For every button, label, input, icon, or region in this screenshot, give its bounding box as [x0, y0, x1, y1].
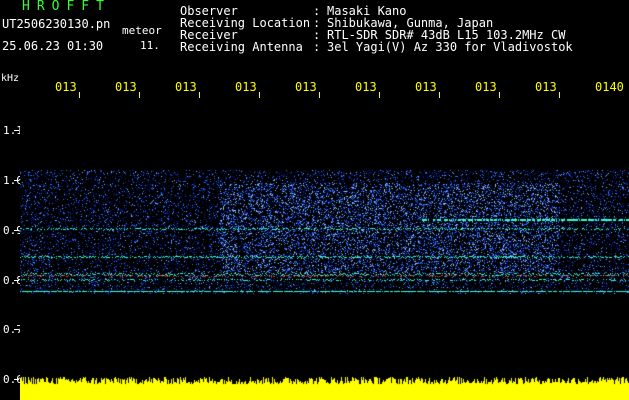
x-tick-4: 013 — [235, 80, 257, 94]
x-tick-10: 0140 — [595, 80, 624, 94]
x-tick-6: 013 — [355, 80, 377, 94]
x-tick-3: 013 — [175, 80, 197, 94]
file-date-time: 25.06.23 01:30 — [2, 39, 104, 53]
app-brand-title: HROFFT — [22, 0, 111, 14]
x-tick-5: 013 — [295, 80, 317, 94]
file-extra: 11. — [140, 39, 160, 52]
x-tick-9: 013 — [535, 80, 557, 94]
antenna-separator: : — [313, 40, 321, 54]
y-tick-mark — [14, 130, 19, 131]
y-tick-mark — [14, 180, 19, 181]
y-tick-mark — [14, 280, 19, 281]
file-kind: meteor — [122, 24, 162, 37]
x-tick-8: 013 — [475, 80, 497, 94]
y-tick-mark — [14, 379, 19, 380]
x-tick-1: 013 — [55, 80, 77, 94]
x-tick-2: 013 — [115, 80, 137, 94]
y-axis-unit: kHz — [1, 73, 20, 84]
antenna-label: Receiving Antenna — [180, 40, 303, 54]
spectrogram-area[interactable] — [20, 98, 629, 400]
spectrogram-canvas[interactable] — [20, 98, 629, 400]
y-tick-mark — [14, 329, 19, 330]
antenna-value: 3el Yagi(V) Az 330 for Vladivostok — [327, 40, 573, 54]
y-tick-mark — [14, 230, 19, 231]
file-name: UT2506230130.pn — [2, 17, 111, 31]
x-tick-7: 013 — [415, 80, 437, 94]
